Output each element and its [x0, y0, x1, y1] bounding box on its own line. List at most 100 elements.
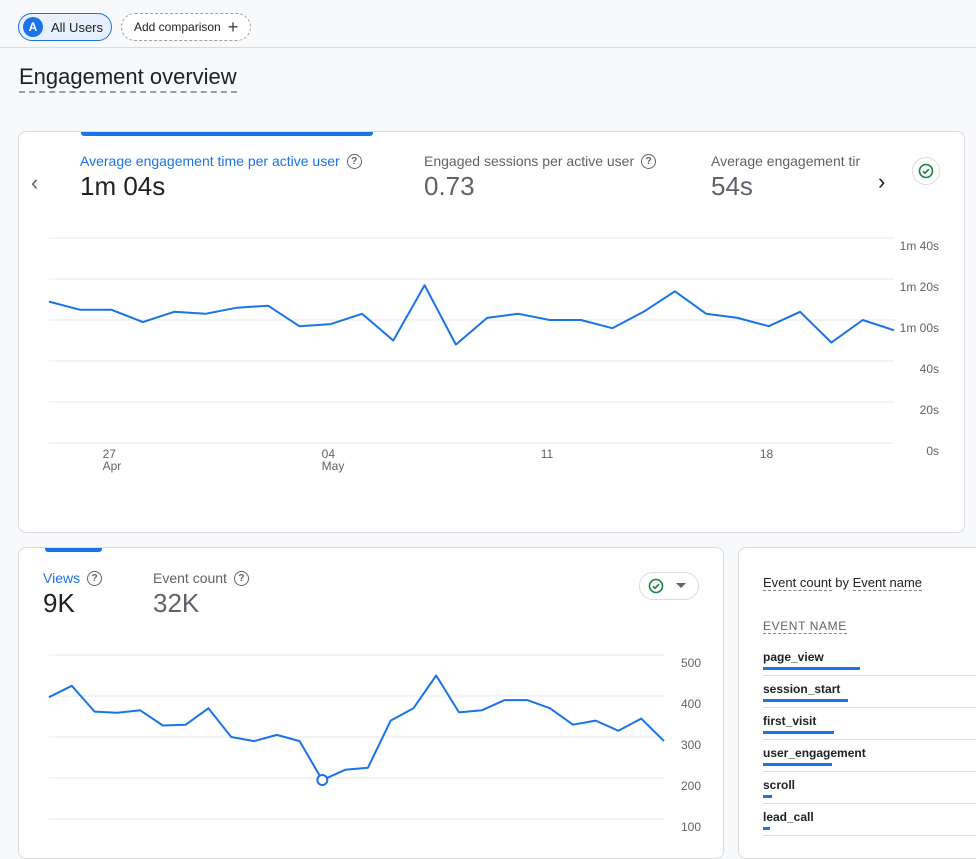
data-point[interactable] [180, 719, 192, 731]
data-point[interactable] [763, 320, 775, 332]
data-point[interactable] [430, 670, 442, 682]
highlighted-point[interactable] [316, 774, 329, 787]
segment-chip-all-users[interactable]: A All Users [18, 13, 112, 41]
data-point[interactable] [521, 694, 533, 706]
data-point[interactable] [106, 304, 118, 316]
event-share-bar [763, 763, 832, 766]
data-point[interactable] [325, 318, 337, 330]
data-point[interactable] [669, 285, 681, 297]
data-point[interactable] [512, 308, 524, 320]
data-point[interactable] [387, 335, 399, 347]
data-point[interactable] [476, 704, 488, 716]
page-title: Engagement overview [19, 64, 237, 93]
data-point[interactable] [453, 706, 465, 718]
data-point[interactable] [732, 312, 744, 324]
y-tick-label: 400 [681, 697, 701, 711]
x-tick-label: 11 [541, 447, 554, 461]
data-point[interactable] [825, 337, 837, 349]
data-point[interactable] [638, 306, 650, 318]
views-line-chart: 500 400 300 200 100 [43, 654, 701, 834]
data-point[interactable] [544, 702, 556, 714]
data-point[interactable] [225, 731, 237, 743]
event-name: user_engagement [763, 746, 866, 760]
y-tick-label: 100 [681, 820, 701, 834]
y-tick-label: 1m 20s [900, 280, 939, 294]
data-point[interactable] [385, 715, 397, 727]
data-point[interactable] [794, 306, 806, 318]
event-share-bar [763, 827, 770, 830]
y-tick-label: 0s [926, 444, 939, 458]
data-point[interactable] [658, 735, 670, 747]
x-tick-sublabel: May [322, 459, 345, 473]
top-bar: A All Users Add comparison + [0, 0, 976, 48]
data-point[interactable] [74, 304, 86, 316]
views-card: Views? 9K Event count? 32K 500 400 300 200 1… [18, 547, 724, 859]
data-point[interactable] [134, 704, 146, 716]
engagement-time-card: ‹ Average engagement time per active use… [18, 131, 965, 533]
event-row[interactable]: lead_call [763, 803, 976, 836]
event-row[interactable]: scroll [763, 771, 976, 804]
data-point[interactable] [168, 306, 180, 318]
data-point[interactable] [635, 713, 647, 725]
data-point[interactable] [590, 715, 602, 727]
add-comparison-button[interactable]: Add comparison + [121, 13, 251, 41]
data-point[interactable] [202, 702, 214, 714]
event-row[interactable]: user_engagement [763, 739, 976, 772]
data-point[interactable] [356, 308, 368, 320]
y-tick-label: 1m 00s [900, 321, 939, 335]
data-point[interactable] [111, 707, 123, 719]
data-point[interactable] [294, 735, 306, 747]
data-point[interactable] [407, 702, 419, 714]
data-point[interactable] [262, 300, 274, 312]
engagement-time-line-chart: 1m 40s1m 20s1m 00s40s20s0s27Apr04May11 18 [43, 237, 939, 473]
x-tick-label: 18 [760, 447, 774, 461]
column-header-event-name: EVENT NAME [763, 619, 847, 634]
data-point[interactable] [888, 324, 900, 336]
data-point[interactable] [43, 691, 55, 703]
data-point[interactable] [157, 720, 169, 732]
title-metric[interactable]: Event count [763, 575, 832, 591]
data-point[interactable] [700, 308, 712, 320]
data-point[interactable] [339, 764, 351, 776]
data-point[interactable] [499, 694, 511, 706]
segment-avatar: A [23, 17, 43, 37]
title-dimension[interactable]: Event name [852, 575, 923, 591]
y-tick-label: 300 [681, 738, 701, 752]
x-tick-sublabel: Apr [103, 459, 122, 473]
data-point[interactable] [481, 312, 493, 324]
event-name: session_start [763, 682, 841, 696]
event-count-by-name-card: Event count by Event name EVENT NAME pag… [738, 547, 976, 859]
y-tick-label: 20s [920, 403, 939, 417]
data-point[interactable] [231, 302, 243, 314]
title-by: by [835, 575, 850, 590]
event-row[interactable]: first_visit [763, 707, 976, 740]
data-point[interactable] [248, 735, 260, 747]
data-point[interactable] [612, 725, 624, 737]
event-name: page_view [763, 650, 824, 664]
data-point[interactable] [450, 339, 462, 351]
y-tick-label: 500 [681, 656, 701, 670]
data-point[interactable] [857, 314, 869, 326]
data-point[interactable] [66, 680, 78, 692]
data-point[interactable] [89, 706, 101, 718]
data-point[interactable] [606, 322, 618, 334]
event-name: scroll [763, 778, 796, 792]
y-tick-label: 200 [681, 779, 701, 793]
event-row[interactable]: page_view [763, 643, 976, 676]
data-point[interactable] [137, 316, 149, 328]
data-point[interactable] [362, 762, 374, 774]
data-point[interactable] [419, 279, 431, 291]
y-tick-label: 1m 40s [900, 239, 939, 253]
plus-icon: + [227, 17, 239, 37]
event-row[interactable]: session_start [763, 675, 976, 708]
data-point[interactable] [199, 308, 211, 320]
data-point[interactable] [544, 314, 556, 326]
data-point[interactable] [43, 296, 55, 308]
data-point[interactable] [575, 314, 587, 326]
data-point[interactable] [271, 729, 283, 741]
event-share-bar [763, 667, 860, 670]
data-point[interactable] [567, 719, 579, 731]
card-title: Event count by Event name [763, 575, 923, 591]
data-point[interactable] [293, 320, 305, 332]
y-tick-label: 40s [920, 362, 939, 376]
